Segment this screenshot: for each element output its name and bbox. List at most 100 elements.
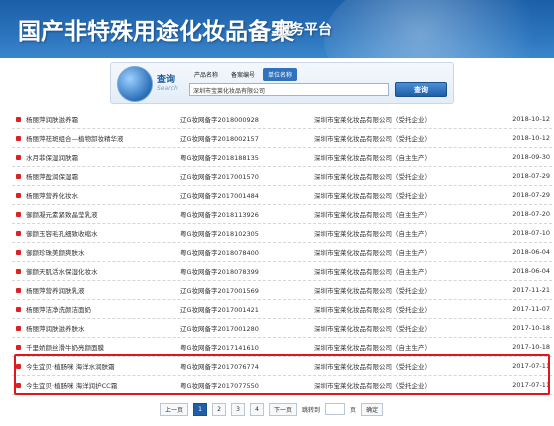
table-row[interactable]: 水月菲保湿润肤霜 粤G妆网备字2018188135 深圳市宝莱化妆品有限公司（自主生… xyxy=(12,148,552,167)
record-date: 2018-10-12 xyxy=(512,115,550,123)
bullet-icon xyxy=(16,326,21,331)
page-4-button[interactable]: 4 xyxy=(250,402,265,416)
company-name: 深圳市宝莱化妆品有限公司（受托企业） xyxy=(314,363,431,371)
table-row[interactable]: 御颜玉容毛孔细致收缩水 粤G妆网备字2018102305 深圳市宝莱化妆品有限公司（… xyxy=(12,224,552,243)
product-name-link[interactable]: 千里娇颜丝滑牛奶亮颜面膜 xyxy=(26,342,104,352)
record-number: 粤G妆网备字2018078400 xyxy=(180,249,259,257)
product-name-link[interactable]: 御颜珍珠美颜爽肤水 xyxy=(26,247,85,257)
record-date: 2018-07-29 xyxy=(512,191,550,199)
search-button[interactable]: 查询 xyxy=(395,82,447,97)
page-title: 国产非特殊用途化妆品备案 xyxy=(18,18,294,45)
product-name-link[interactable]: 杨丽萍润肤滋养霜 xyxy=(26,114,78,124)
bullet-icon xyxy=(16,307,21,312)
bullet-icon xyxy=(16,193,21,198)
company-name: 深圳市宝莱化妆品有限公司（受托企业） xyxy=(314,135,431,143)
bullet-icon xyxy=(16,250,21,255)
jump-label: 跳转到 xyxy=(302,406,321,414)
record-date: 2018-06-04 xyxy=(512,267,550,275)
record-date: 2018-07-20 xyxy=(512,210,550,218)
next-page-button[interactable]: 下一页 xyxy=(269,402,298,416)
confirm-jump-button[interactable]: 确定 xyxy=(361,402,384,416)
bullet-icon xyxy=(16,155,21,160)
search-logo-text: 查询 xyxy=(157,75,176,85)
product-name-link[interactable]: 今生宜贝·植肠咪 海洋水润肤霜 xyxy=(26,361,115,371)
table-row[interactable]: 杨丽萍润肤滋养肤水 辽G妆网备字2017001280 深圳市宝莱化妆品有限公司（受托… xyxy=(12,319,552,338)
records-table: 杨丽萍润肤滋养霜 辽G妆网备字2018000928 深圳市宝莱化妆品有限公司（受托企… xyxy=(12,110,552,395)
table-row[interactable]: 杨丽萍营养化妆水 辽G妆网备字2017001484 深圳市宝莱化妆品有限公司（受托企… xyxy=(12,186,552,205)
company-name: 深圳市宝莱化妆品有限公司（自主生产） xyxy=(314,154,431,162)
record-number: 辽G妆网备字2018002157 xyxy=(180,135,259,143)
prev-page-button[interactable]: 上一页 xyxy=(160,402,189,416)
company-name: 深圳市宝莱化妆品有限公司（自主生产） xyxy=(314,249,431,257)
bullet-icon xyxy=(16,117,21,122)
search-logo-subtext: Search xyxy=(157,85,178,92)
tab-company-name[interactable]: 单位名称 xyxy=(263,68,298,81)
page-unit-label: 页 xyxy=(350,406,357,414)
record-number: 粤G妆网备字2018078399 xyxy=(180,268,259,276)
company-name: 深圳市宝莱化妆品有限公司（受托企业） xyxy=(314,325,431,333)
pagination: 上一页 1 2 3 4 下一页 跳转到 页 确定 xyxy=(160,402,384,416)
tab-record-number[interactable]: 备案编号 xyxy=(226,68,260,81)
product-name-link[interactable]: 御颜天肌活水保湿化妆水 xyxy=(26,266,98,276)
record-date: 2017-07-11 xyxy=(512,381,550,389)
bullet-icon xyxy=(16,136,21,141)
record-number: 辽G妆网备字2017001569 xyxy=(180,287,259,295)
page-subtitle: 服务平台 xyxy=(276,22,332,38)
bullet-icon xyxy=(16,212,21,217)
company-name: 深圳市宝莱化妆品有限公司（受托企业） xyxy=(314,192,431,200)
product-name-link[interactable]: 御颜凝元素紧致晶莹乳液 xyxy=(26,209,98,219)
table-row[interactable]: 今生宜贝·植肠咪 海洋水润肤霜 粤G妆网备字2017076774 深圳市宝莱化妆品有… xyxy=(12,357,552,376)
record-number: 粤G妆网备字2017141610 xyxy=(180,344,259,352)
product-name-link[interactable]: 杨丽萍润肤滋养肤水 xyxy=(26,323,85,333)
record-date: 2017-11-07 xyxy=(512,305,550,313)
table-row[interactable]: 御颜天肌活水保湿化妆水 粤G妆网备字2018078399 深圳市宝莱化妆品有限公司（… xyxy=(12,262,552,281)
table-row[interactable]: 杨丽萍润肤滋养霜 辽G妆网备字2018000928 深圳市宝莱化妆品有限公司（受托企… xyxy=(12,110,552,129)
record-date: 2017-10-18 xyxy=(512,324,550,332)
record-date: 2018-07-29 xyxy=(512,172,550,180)
record-date: 2018-06-04 xyxy=(512,248,550,256)
record-date: 2018-09-30 xyxy=(512,153,550,161)
tab-product-name[interactable]: 产品名称 xyxy=(189,68,223,81)
record-number: 辽G妆网备字2017001484 xyxy=(180,192,259,200)
product-name-link[interactable]: 杨丽萍营养润肤乳液 xyxy=(26,285,85,295)
table-row[interactable]: 千里娇颜丝滑牛奶亮颜面膜 粤G妆网备字2017141610 深圳市宝莱化妆品有限公司… xyxy=(12,338,552,357)
company-name: 深圳市宝莱化妆品有限公司（受托企业） xyxy=(314,382,431,390)
page-2-button[interactable]: 2 xyxy=(212,402,227,416)
bullet-icon xyxy=(16,364,21,369)
company-name: 深圳市宝莱化妆品有限公司（受托企业） xyxy=(314,287,431,295)
product-name-link[interactable]: 杨丽萍盈润保湿霜 xyxy=(26,171,78,181)
page-1-button[interactable]: 1 xyxy=(193,402,208,416)
record-number: 辽G妆网备字2017001280 xyxy=(180,325,259,333)
table-row[interactable]: 今生宜贝·植肠咪 海洋润护CC霜 粤G妆网备字2017077550 深圳市宝莱化妆品… xyxy=(12,376,552,395)
search-input[interactable]: 深圳市宝莱化妆品有限公司 xyxy=(189,83,389,96)
table-row[interactable]: 御颜珍珠美颜爽肤水 粤G妆网备字2018078400 深圳市宝莱化妆品有限公司（自主… xyxy=(12,243,552,262)
record-date: 2018-10-12 xyxy=(512,134,550,142)
page-3-button[interactable]: 3 xyxy=(231,402,246,416)
product-name-link[interactable]: 御颜玉容毛孔细致收缩水 xyxy=(26,228,98,238)
table-row[interactable]: 杨丽萍营养润肤乳液 辽G妆网备字2017001569 深圳市宝莱化妆品有限公司（受托… xyxy=(12,281,552,300)
product-name-link[interactable]: 杨丽萍营养化妆水 xyxy=(26,190,78,200)
record-number: 粤G妆网备字2017077550 xyxy=(180,382,259,390)
search-tabs: 产品名称 备案编号 单位名称 xyxy=(189,68,298,81)
search-logo-icon xyxy=(117,66,153,102)
bullet-icon xyxy=(16,231,21,236)
table-row[interactable]: 御颜凝元素紧致晶莹乳液 粤G妆网备字2018113926 深圳市宝莱化妆品有限公司（… xyxy=(12,205,552,224)
table-row[interactable]: 杨丽萍祛斑组合—植物卸妆精华液 辽G妆网备字2018002157 深圳市宝莱化妆品有… xyxy=(12,129,552,148)
table-row[interactable]: 杨丽萍洁净洗颜洁面奶 辽G妆网备字2017001421 深圳市宝莱化妆品有限公司（受… xyxy=(12,300,552,319)
bullet-icon xyxy=(16,269,21,274)
table-row[interactable]: 杨丽萍盈润保湿霜 辽G妆网备字2017001570 深圳市宝莱化妆品有限公司（受托企… xyxy=(12,167,552,186)
company-name: 深圳市宝莱化妆品有限公司（受托企业） xyxy=(314,306,431,314)
globe-decoration xyxy=(324,0,554,58)
search-panel: 查询 Search 产品名称 备案编号 单位名称 深圳市宝莱化妆品有限公司 查询 xyxy=(110,62,454,104)
product-name-link[interactable]: 今生宜贝·植肠咪 海洋润护CC霜 xyxy=(26,380,117,390)
company-name: 深圳市宝莱化妆品有限公司（自主生产） xyxy=(314,344,431,352)
record-number: 辽G妆网备字2017001570 xyxy=(180,173,259,181)
record-number: 辽G妆网备字2017001421 xyxy=(180,306,259,314)
product-name-link[interactable]: 水月菲保湿润肤霜 xyxy=(26,152,78,162)
bullet-icon xyxy=(16,345,21,350)
product-name-link[interactable]: 杨丽萍洁净洗颜洁面奶 xyxy=(26,304,91,314)
jump-page-input[interactable] xyxy=(325,403,346,415)
product-name-link[interactable]: 杨丽萍祛斑组合—植物卸妆精华液 xyxy=(26,133,124,143)
page-header: 国产非特殊用途化妆品备案 服务平台 xyxy=(0,0,554,58)
record-date: 2018-07-10 xyxy=(512,229,550,237)
